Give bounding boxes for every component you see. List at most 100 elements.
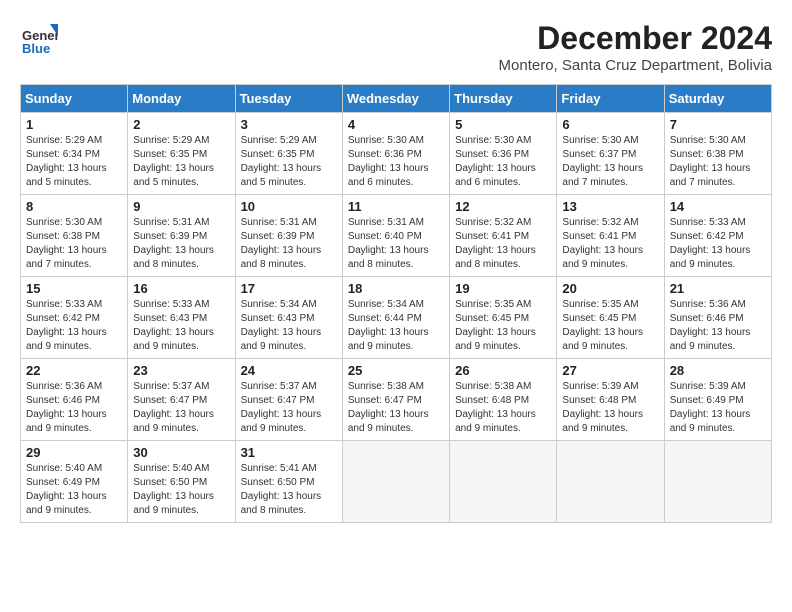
sunrise-label: Sunrise: 5:33 AM [670, 217, 746, 228]
sunrise-label: Sunrise: 5:36 AM [26, 381, 102, 392]
day-info: Sunrise: 5:30 AM Sunset: 6:38 PM Dayligh… [670, 134, 766, 190]
sunrise-label: Sunrise: 5:30 AM [455, 135, 531, 146]
sunset-label: Sunset: 6:47 PM [241, 395, 315, 406]
daylight-label: Daylight: 13 hours and 8 minutes. [455, 245, 536, 270]
sunset-label: Sunset: 6:46 PM [670, 313, 744, 324]
calendar-title: December 2024 [499, 20, 772, 57]
sunset-label: Sunset: 6:38 PM [670, 149, 744, 160]
table-row: 19 Sunrise: 5:35 AM Sunset: 6:45 PM Dayl… [450, 277, 557, 359]
table-row: 18 Sunrise: 5:34 AM Sunset: 6:44 PM Dayl… [342, 277, 449, 359]
table-row: 26 Sunrise: 5:38 AM Sunset: 6:48 PM Dayl… [450, 359, 557, 441]
day-number: 31 [241, 445, 337, 460]
table-row: 8 Sunrise: 5:30 AM Sunset: 6:38 PM Dayli… [21, 195, 128, 277]
sunrise-label: Sunrise: 5:37 AM [133, 381, 209, 392]
day-number: 23 [133, 363, 229, 378]
day-info: Sunrise: 5:34 AM Sunset: 6:44 PM Dayligh… [348, 298, 444, 354]
day-info: Sunrise: 5:36 AM Sunset: 6:46 PM Dayligh… [670, 298, 766, 354]
day-number: 11 [348, 199, 444, 214]
daylight-label: Daylight: 13 hours and 9 minutes. [562, 327, 643, 352]
sunset-label: Sunset: 6:50 PM [133, 477, 207, 488]
day-info: Sunrise: 5:29 AM Sunset: 6:35 PM Dayligh… [241, 134, 337, 190]
table-row: 4 Sunrise: 5:30 AM Sunset: 6:36 PM Dayli… [342, 113, 449, 195]
sunrise-label: Sunrise: 5:30 AM [26, 217, 102, 228]
sunset-label: Sunset: 6:48 PM [562, 395, 636, 406]
sunrise-label: Sunrise: 5:33 AM [133, 299, 209, 310]
sunset-label: Sunset: 6:39 PM [133, 231, 207, 242]
table-row: 1 Sunrise: 5:29 AM Sunset: 6:34 PM Dayli… [21, 113, 128, 195]
table-row [664, 441, 771, 523]
daylight-label: Daylight: 13 hours and 9 minutes. [670, 409, 751, 434]
sunrise-label: Sunrise: 5:29 AM [241, 135, 317, 146]
daylight-label: Daylight: 13 hours and 9 minutes. [562, 409, 643, 434]
day-number: 30 [133, 445, 229, 460]
sunset-label: Sunset: 6:34 PM [26, 149, 100, 160]
sunrise-label: Sunrise: 5:39 AM [562, 381, 638, 392]
sunset-label: Sunset: 6:50 PM [241, 477, 315, 488]
sunrise-label: Sunrise: 5:29 AM [26, 135, 102, 146]
table-row: 6 Sunrise: 5:30 AM Sunset: 6:37 PM Dayli… [557, 113, 664, 195]
table-row [450, 441, 557, 523]
day-info: Sunrise: 5:38 AM Sunset: 6:48 PM Dayligh… [455, 380, 551, 436]
day-info: Sunrise: 5:37 AM Sunset: 6:47 PM Dayligh… [241, 380, 337, 436]
sunrise-label: Sunrise: 5:30 AM [562, 135, 638, 146]
day-info: Sunrise: 5:40 AM Sunset: 6:49 PM Dayligh… [26, 462, 122, 518]
day-number: 21 [670, 281, 766, 296]
day-info: Sunrise: 5:39 AM Sunset: 6:48 PM Dayligh… [562, 380, 658, 436]
sunset-label: Sunset: 6:35 PM [241, 149, 315, 160]
daylight-label: Daylight: 13 hours and 9 minutes. [26, 491, 107, 516]
day-info: Sunrise: 5:32 AM Sunset: 6:41 PM Dayligh… [455, 216, 551, 272]
daylight-label: Daylight: 13 hours and 9 minutes. [26, 327, 107, 352]
sunrise-label: Sunrise: 5:36 AM [670, 299, 746, 310]
table-row [342, 441, 449, 523]
table-row: 10 Sunrise: 5:31 AM Sunset: 6:39 PM Dayl… [235, 195, 342, 277]
daylight-label: Daylight: 13 hours and 8 minutes. [241, 245, 322, 270]
sunset-label: Sunset: 6:41 PM [455, 231, 529, 242]
daylight-label: Daylight: 13 hours and 7 minutes. [670, 163, 751, 188]
header-saturday: Saturday [664, 85, 771, 113]
sunset-label: Sunset: 6:47 PM [348, 395, 422, 406]
day-info: Sunrise: 5:34 AM Sunset: 6:43 PM Dayligh… [241, 298, 337, 354]
daylight-label: Daylight: 13 hours and 5 minutes. [133, 163, 214, 188]
day-number: 9 [133, 199, 229, 214]
sunrise-label: Sunrise: 5:40 AM [133, 463, 209, 474]
day-number: 18 [348, 281, 444, 296]
day-number: 12 [455, 199, 551, 214]
table-row: 21 Sunrise: 5:36 AM Sunset: 6:46 PM Dayl… [664, 277, 771, 359]
sunrise-label: Sunrise: 5:38 AM [455, 381, 531, 392]
svg-text:Blue: Blue [22, 41, 50, 56]
sunrise-label: Sunrise: 5:40 AM [26, 463, 102, 474]
daylight-label: Daylight: 13 hours and 6 minutes. [455, 163, 536, 188]
sunset-label: Sunset: 6:35 PM [133, 149, 207, 160]
day-info: Sunrise: 5:31 AM Sunset: 6:39 PM Dayligh… [241, 216, 337, 272]
table-row: 16 Sunrise: 5:33 AM Sunset: 6:43 PM Dayl… [128, 277, 235, 359]
day-number: 22 [26, 363, 122, 378]
week-row-3: 15 Sunrise: 5:33 AM Sunset: 6:42 PM Dayl… [21, 277, 772, 359]
sunset-label: Sunset: 6:37 PM [562, 149, 636, 160]
header-thursday: Thursday [450, 85, 557, 113]
sunrise-label: Sunrise: 5:32 AM [562, 217, 638, 228]
table-row: 25 Sunrise: 5:38 AM Sunset: 6:47 PM Dayl… [342, 359, 449, 441]
table-row: 3 Sunrise: 5:29 AM Sunset: 6:35 PM Dayli… [235, 113, 342, 195]
logo: General Blue [20, 20, 58, 58]
table-row: 5 Sunrise: 5:30 AM Sunset: 6:36 PM Dayli… [450, 113, 557, 195]
header-row: Sunday Monday Tuesday Wednesday Thursday… [21, 85, 772, 113]
calendar-table: Sunday Monday Tuesday Wednesday Thursday… [20, 84, 772, 523]
table-row: 22 Sunrise: 5:36 AM Sunset: 6:46 PM Dayl… [21, 359, 128, 441]
day-info: Sunrise: 5:33 AM Sunset: 6:43 PM Dayligh… [133, 298, 229, 354]
sunrise-label: Sunrise: 5:31 AM [348, 217, 424, 228]
sunrise-label: Sunrise: 5:35 AM [455, 299, 531, 310]
sunrise-label: Sunrise: 5:31 AM [241, 217, 317, 228]
day-number: 13 [562, 199, 658, 214]
daylight-label: Daylight: 13 hours and 7 minutes. [26, 245, 107, 270]
day-info: Sunrise: 5:37 AM Sunset: 6:47 PM Dayligh… [133, 380, 229, 436]
sunrise-label: Sunrise: 5:32 AM [455, 217, 531, 228]
day-number: 6 [562, 117, 658, 132]
day-info: Sunrise: 5:33 AM Sunset: 6:42 PM Dayligh… [670, 216, 766, 272]
daylight-label: Daylight: 13 hours and 9 minutes. [133, 491, 214, 516]
daylight-label: Daylight: 13 hours and 9 minutes. [348, 409, 429, 434]
daylight-label: Daylight: 13 hours and 9 minutes. [241, 327, 322, 352]
day-number: 27 [562, 363, 658, 378]
sunset-label: Sunset: 6:42 PM [670, 231, 744, 242]
sunset-label: Sunset: 6:43 PM [133, 313, 207, 324]
day-info: Sunrise: 5:35 AM Sunset: 6:45 PM Dayligh… [455, 298, 551, 354]
